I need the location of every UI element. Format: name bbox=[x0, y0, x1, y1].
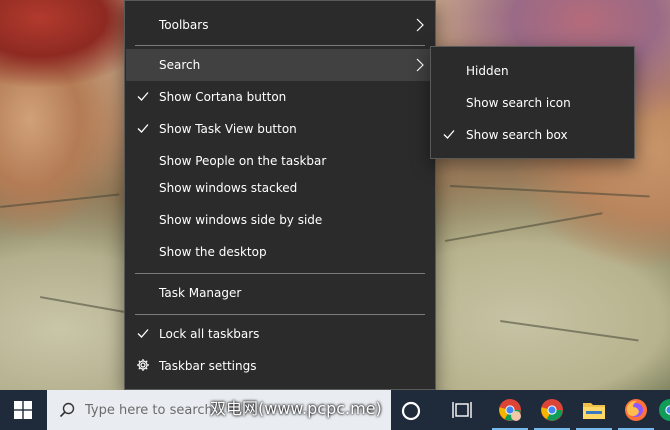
wallpaper-detail bbox=[499, 320, 639, 342]
watermark-text: 双电网(www.pcpc.me) bbox=[210, 399, 382, 418]
menu-item-label: Task Manager bbox=[159, 286, 242, 300]
menu-item-label: Show Cortana button bbox=[159, 90, 287, 104]
taskbar-app-firefox[interactable] bbox=[614, 390, 658, 430]
start-button[interactable] bbox=[0, 390, 46, 430]
search-icon bbox=[59, 402, 75, 418]
firefox-icon bbox=[625, 399, 647, 421]
checkmark-icon bbox=[443, 130, 455, 139]
taskbar-context-menu: Toolbars Search Show Cortana button Show… bbox=[124, 0, 436, 390]
menu-item-label: Toolbars bbox=[159, 18, 209, 32]
menu-item-label: Show windows stacked bbox=[159, 181, 298, 195]
wallpaper-detail bbox=[449, 185, 650, 198]
wallpaper-detail bbox=[39, 296, 129, 314]
menu-item-label: Show People on the taskbar bbox=[159, 154, 327, 168]
checkmark-icon bbox=[137, 92, 149, 101]
menu-item-show-task-view-button[interactable]: Show Task View button bbox=[126, 113, 436, 145]
submenu-item-show-search-icon[interactable]: Show search icon bbox=[432, 87, 635, 119]
taskbar-app-chrome-partial[interactable] bbox=[656, 390, 670, 430]
windows-logo-icon bbox=[14, 401, 32, 419]
chevron-right-icon bbox=[416, 58, 424, 72]
taskbar-app-chrome[interactable] bbox=[530, 390, 574, 430]
checkmark-icon bbox=[137, 329, 149, 338]
wallpaper-detail bbox=[0, 193, 120, 208]
taskbar-app-chrome-user[interactable] bbox=[488, 390, 532, 430]
folder-icon bbox=[583, 403, 605, 419]
gear-icon bbox=[137, 359, 149, 371]
chrome-profile-icon bbox=[499, 399, 521, 421]
menu-item-show-windows-side-by-side[interactable]: Show windows side by side bbox=[126, 204, 436, 236]
menu-item-show-cortana-button[interactable]: Show Cortana button bbox=[126, 81, 436, 113]
submenu-item-hidden[interactable]: Hidden bbox=[432, 55, 635, 87]
menu-item-label: Show windows side by side bbox=[159, 213, 323, 227]
menu-item-lock-all-taskbars[interactable]: Lock all taskbars bbox=[126, 318, 436, 350]
menu-item-label: Hidden bbox=[466, 64, 509, 78]
task-view-icon[interactable] bbox=[452, 400, 472, 420]
menu-item-label: Search bbox=[159, 58, 201, 72]
menu-item-label: Lock all taskbars bbox=[159, 327, 260, 341]
menu-item-search[interactable]: Search bbox=[126, 49, 436, 81]
wallpaper-detail bbox=[444, 212, 603, 242]
checkmark-icon bbox=[137, 124, 149, 133]
chrome-icon bbox=[541, 399, 563, 421]
menu-separator bbox=[135, 314, 425, 315]
menu-item-label: Show search box bbox=[466, 128, 568, 142]
menu-item-show-windows-stacked[interactable]: Show windows stacked bbox=[126, 172, 436, 204]
search-submenu: Hidden Show search icon Show search box bbox=[430, 46, 635, 159]
taskbar-app-file-explorer[interactable] bbox=[572, 390, 616, 430]
chrome-icon bbox=[659, 399, 670, 421]
menu-item-label: Taskbar settings bbox=[159, 359, 257, 373]
menu-item-label: Show Task View button bbox=[159, 122, 297, 136]
chevron-right-icon bbox=[416, 18, 424, 32]
menu-item-task-manager[interactable]: Task Manager bbox=[126, 277, 436, 309]
menu-separator bbox=[135, 45, 425, 46]
menu-item-label: Show search icon bbox=[466, 96, 571, 110]
cortana-ring-icon[interactable] bbox=[400, 400, 422, 422]
menu-item-show-the-desktop[interactable]: Show the desktop bbox=[126, 236, 436, 268]
menu-item-toolbars[interactable]: Toolbars bbox=[126, 9, 436, 41]
menu-separator bbox=[135, 273, 425, 274]
menu-item-taskbar-settings[interactable]: Taskbar settings bbox=[126, 350, 436, 382]
submenu-item-show-search-box[interactable]: Show search box bbox=[432, 119, 635, 151]
taskbar: 双电网(www.pcpc.me) bbox=[0, 390, 670, 430]
menu-item-label: Show the desktop bbox=[159, 245, 267, 259]
